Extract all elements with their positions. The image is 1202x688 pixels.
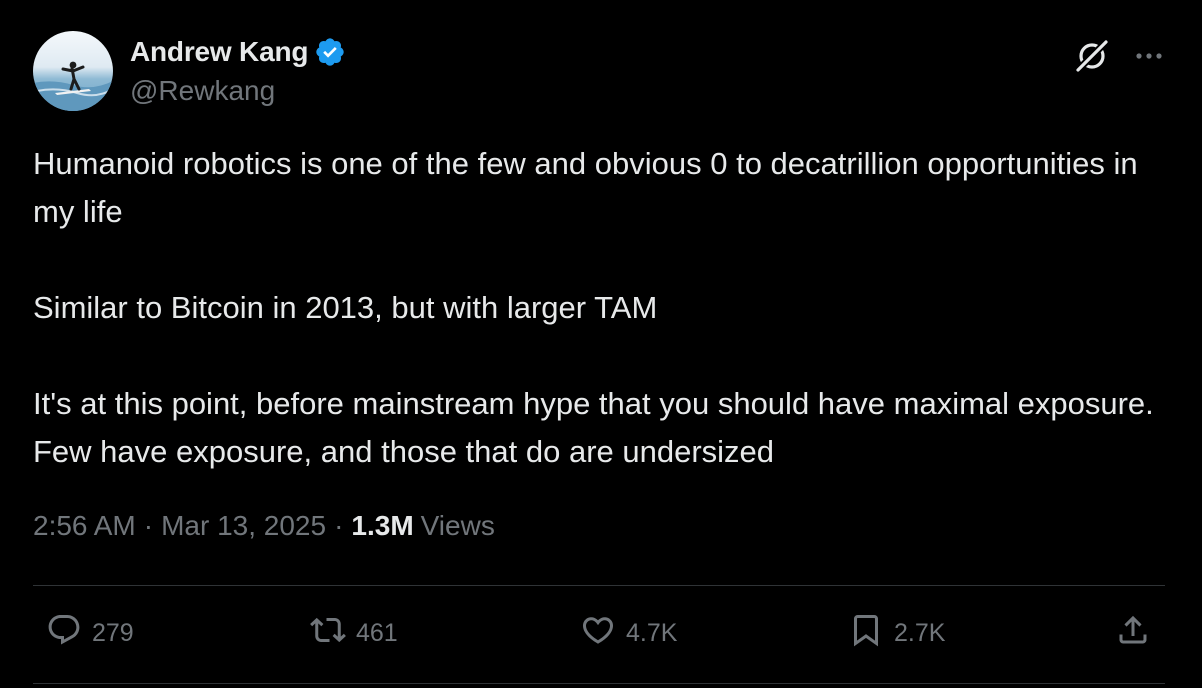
tweet-time[interactable]: 2:56 AM bbox=[33, 510, 136, 542]
author-info: Andrew Kang @Rewkang bbox=[130, 33, 346, 107]
bookmark-icon bbox=[848, 612, 884, 655]
like-count: 4.7K bbox=[626, 619, 678, 647]
reply-button[interactable]: 279 bbox=[46, 612, 134, 655]
author-name-row: Andrew Kang bbox=[130, 33, 346, 71]
like-icon bbox=[580, 612, 616, 655]
tweet-card: Andrew Kang @Rewkang Humanoid robotics i… bbox=[0, 0, 1202, 688]
tweet-date[interactable]: Mar 13, 2025 bbox=[161, 510, 326, 542]
share-button[interactable] bbox=[1115, 612, 1151, 655]
tweet-meta: 2:56 AM · Mar 13, 2025 · 1.3M Views bbox=[33, 510, 495, 542]
more-icon[interactable] bbox=[1133, 40, 1165, 72]
bookmark-button[interactable]: 2.7K bbox=[848, 612, 945, 655]
views-label[interactable]: Views bbox=[421, 510, 495, 542]
bookmark-count: 2.7K bbox=[894, 619, 946, 647]
verified-badge-icon bbox=[314, 36, 346, 68]
meta-separator: · bbox=[334, 510, 344, 541]
like-button[interactable]: 4.7K bbox=[580, 612, 677, 655]
reply-icon bbox=[46, 612, 82, 655]
divider bbox=[33, 683, 1165, 684]
tweet-paragraph: Humanoid robotics is one of the few and … bbox=[33, 146, 1138, 229]
repost-button[interactable]: 461 bbox=[310, 612, 398, 655]
repost-count: 461 bbox=[356, 619, 398, 647]
header-actions bbox=[1073, 37, 1165, 75]
repost-icon bbox=[310, 612, 346, 655]
meta-separator: · bbox=[143, 510, 154, 541]
tweet-text: Humanoid robotics is one of the few and … bbox=[33, 140, 1165, 476]
share-icon bbox=[1115, 612, 1151, 655]
views-count[interactable]: 1.3M bbox=[351, 510, 413, 542]
avatar[interactable] bbox=[33, 31, 113, 111]
reply-count: 279 bbox=[92, 619, 134, 647]
divider bbox=[33, 585, 1165, 586]
tweet-paragraph: It's at this point, before mainstream hy… bbox=[33, 386, 1154, 469]
author-name[interactable]: Andrew Kang bbox=[130, 36, 308, 68]
author-handle[interactable]: @Rewkang bbox=[130, 75, 346, 107]
grok-icon[interactable] bbox=[1073, 37, 1111, 75]
tweet-header: Andrew Kang @Rewkang bbox=[33, 31, 1165, 113]
tweet-paragraph: Similar to Bitcoin in 2013, but with lar… bbox=[33, 290, 658, 325]
action-bar: 279 461 4.7K 2.7K bbox=[33, 612, 1165, 658]
avatar-surfer-image bbox=[33, 61, 113, 111]
